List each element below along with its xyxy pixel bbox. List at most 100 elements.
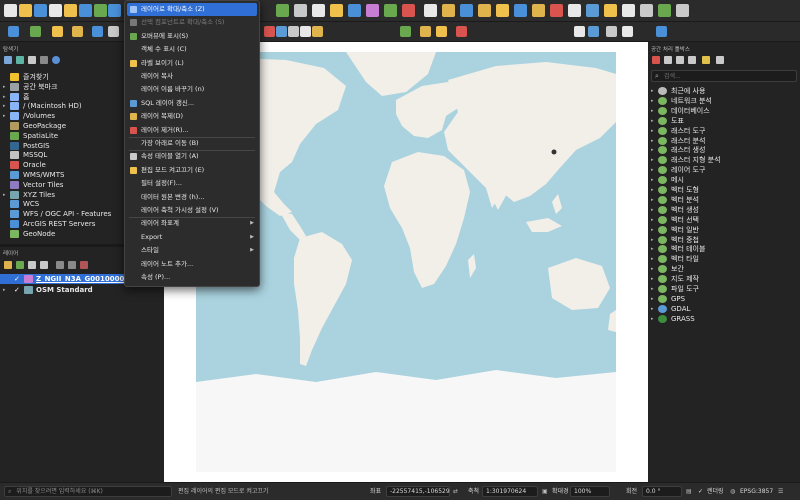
zoom-next-icon[interactable] xyxy=(424,4,437,17)
toolbox-provider[interactable]: ▸ 벡터 분석 xyxy=(648,195,800,205)
chevron-right-icon[interactable]: ▸ xyxy=(651,254,654,264)
zoom-to-layer-icon[interactable] xyxy=(366,4,379,17)
filter-legend-icon[interactable] xyxy=(40,261,48,269)
copy-features-icon[interactable] xyxy=(300,26,311,37)
chevron-right-icon[interactable]: ▸ xyxy=(3,82,6,92)
menu-item[interactable]: 레이어로 확대/축소 (Z) xyxy=(127,3,257,16)
collapse-all-icon[interactable] xyxy=(40,56,48,64)
chevron-right-icon[interactable]: ▸ xyxy=(651,195,654,205)
toolbox-provider[interactable]: ▸ 벡터 중첩 xyxy=(648,235,800,245)
toolbox-provider[interactable]: ▸ 벡터 생성 xyxy=(648,205,800,215)
zoom-full-icon[interactable] xyxy=(330,4,343,17)
deselect-icon[interactable] xyxy=(532,4,545,17)
rotation-field[interactable]: 0.0 ° xyxy=(642,486,682,497)
chevron-right-icon[interactable]: ▸ xyxy=(651,294,654,304)
show-hide-labels-icon[interactable] xyxy=(574,26,585,37)
chevron-right-icon[interactable]: ▸ xyxy=(3,285,6,295)
zoom-native-icon[interactable] xyxy=(384,4,397,17)
zoom-out-icon[interactable] xyxy=(312,4,325,17)
pin-labels-icon[interactable] xyxy=(456,26,467,37)
statistics-icon[interactable] xyxy=(604,4,617,17)
toolbox-icon[interactable] xyxy=(622,4,635,17)
chevron-right-icon[interactable]: ▸ xyxy=(651,235,654,245)
toolbox-provider[interactable]: ▸ 최근에 사용 xyxy=(648,86,800,96)
menu-item[interactable]: 속성 테이블 열기 (A) xyxy=(127,150,257,163)
chevron-right-icon[interactable]: ▸ xyxy=(651,116,654,126)
toolbox-provider[interactable]: ▸ 파일 도구 xyxy=(648,284,800,294)
messages-icon[interactable]: ▤ xyxy=(686,486,692,498)
toolbox-provider[interactable]: ▸ 래스터 생성 xyxy=(648,145,800,155)
menu-item[interactable]: 레이어 이름 바꾸기 (n) xyxy=(127,83,257,96)
add-delimited-text-icon[interactable] xyxy=(52,26,63,37)
toolbox-search-input[interactable] xyxy=(664,71,794,81)
menu-item[interactable]: 레이어 복사 xyxy=(127,70,257,83)
coordinate-field[interactable]: -22557415,-106529 xyxy=(386,486,450,497)
checkbox-icon[interactable]: ✓ xyxy=(14,285,20,295)
menu-item[interactable]: 라벨 보이기 (L) xyxy=(127,57,257,70)
expand-all-icon[interactable] xyxy=(56,261,64,269)
toolbox-provider[interactable]: ▸ GDAL xyxy=(648,304,800,314)
lock-icon[interactable]: ▣ xyxy=(542,486,548,498)
toolbox-provider[interactable]: ▸ 벡터 타일 xyxy=(648,254,800,264)
help-icon[interactable] xyxy=(656,26,667,37)
coordinate-toggle-icon[interactable]: ⇄ xyxy=(453,486,458,498)
chevron-right-icon[interactable]: ▸ xyxy=(651,284,654,294)
chevron-right-icon[interactable]: ▸ xyxy=(651,136,654,146)
menu-item[interactable]: 객체 수 표시 (C) xyxy=(127,43,257,56)
move-label-icon[interactable] xyxy=(588,26,599,37)
toolbox-provider[interactable]: ▸ 지도 제작 xyxy=(648,274,800,284)
select-icon[interactable] xyxy=(514,4,527,17)
chevron-right-icon[interactable]: ▸ xyxy=(651,126,654,136)
refresh-icon[interactable] xyxy=(478,4,491,17)
filter-icon[interactable] xyxy=(28,56,36,64)
rotate-label-icon[interactable] xyxy=(606,26,617,37)
identify-icon[interactable] xyxy=(496,4,509,17)
toolbox-provider[interactable]: ▸ 네트워크 분석 xyxy=(648,96,800,106)
toggle-editing-icon[interactable] xyxy=(72,26,83,37)
chevron-right-icon[interactable]: ▸ xyxy=(3,111,6,121)
render-checkbox-icon[interactable]: ✓ xyxy=(698,486,703,498)
info-icon[interactable] xyxy=(52,56,60,64)
toolbox-provider[interactable]: ▸ GPS xyxy=(648,294,800,304)
add-group-icon[interactable] xyxy=(16,261,24,269)
menu-item[interactable]: 레이어 복제(D) xyxy=(127,110,257,123)
paste-features-icon[interactable] xyxy=(312,26,323,37)
chevron-right-icon[interactable]: ▸ xyxy=(651,264,654,274)
toolbox-provider[interactable]: ▸ 래스터 도구 xyxy=(648,126,800,136)
chevron-right-icon[interactable]: ▸ xyxy=(651,86,654,96)
save-edits-icon[interactable] xyxy=(92,26,103,37)
digitize-icon[interactable] xyxy=(108,26,119,37)
new-print-layout-icon[interactable] xyxy=(49,4,62,17)
history-icon[interactable] xyxy=(664,56,672,64)
toolbox-provider[interactable]: ▸ 레이어 도구 xyxy=(648,165,800,175)
pan-map-icon[interactable] xyxy=(108,4,121,17)
chevron-right-icon[interactable]: ▸ xyxy=(3,92,6,102)
menu-item[interactable]: 가장 아래로 이동 (B) xyxy=(127,137,257,150)
open-layer-styling-icon[interactable] xyxy=(4,261,12,269)
menu-item[interactable]: 속성 (P)... xyxy=(127,271,257,284)
toolbox-provider[interactable]: ▸ 래스터 분석 xyxy=(648,136,800,146)
toolbox-provider[interactable]: ▸ 래스터 지형 분석 xyxy=(648,155,800,165)
add-vector-layer-icon[interactable] xyxy=(8,26,19,37)
chevron-right-icon[interactable]: ▸ xyxy=(651,175,654,185)
label-toolbar-icon[interactable] xyxy=(436,26,447,37)
log-messages-icon[interactable]: ☰ xyxy=(778,486,783,498)
checkbox-icon[interactable]: ✓ xyxy=(14,274,20,284)
toolbox-provider[interactable]: ▸ 벡터 일반 xyxy=(648,225,800,235)
chevron-right-icon[interactable]: ▸ xyxy=(651,185,654,195)
collapse-all-icon[interactable] xyxy=(68,261,76,269)
toolbox-provider[interactable]: ▸ 데이터베이스 xyxy=(648,106,800,116)
change-label-icon[interactable] xyxy=(622,26,633,37)
select-by-expression-icon[interactable] xyxy=(550,4,563,17)
menu-item[interactable]: 레이어 노트 추가... xyxy=(127,258,257,271)
menu-item[interactable]: 필터 설정(F)... xyxy=(127,177,257,190)
open-attribute-table-icon[interactable] xyxy=(586,4,599,17)
chevron-right-icon[interactable]: ▸ xyxy=(651,274,654,284)
zoom-in-icon[interactable] xyxy=(294,4,307,17)
edit-icon[interactable] xyxy=(688,56,696,64)
zoom-in-icon[interactable] xyxy=(676,4,689,17)
python-icon[interactable] xyxy=(702,56,710,64)
chevron-right-icon[interactable]: ▸ xyxy=(651,165,654,175)
chevron-right-icon[interactable]: ▸ xyxy=(651,225,654,235)
chevron-right-icon[interactable]: ▸ xyxy=(651,304,654,314)
